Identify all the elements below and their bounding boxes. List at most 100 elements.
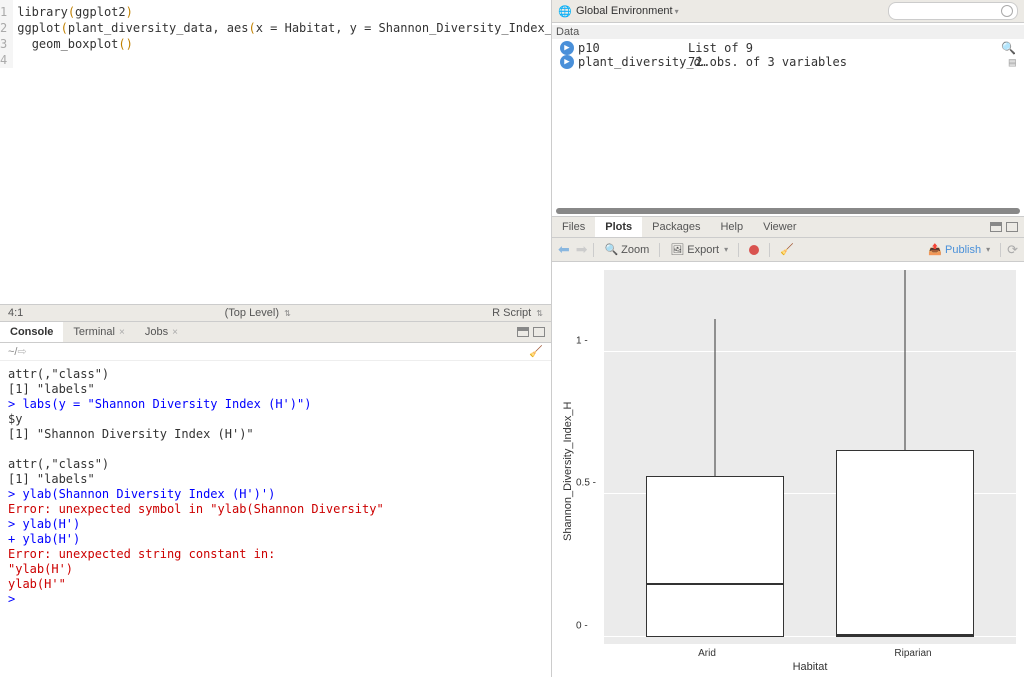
clear-console-icon[interactable]: 🧹 (529, 345, 543, 358)
y-ticks: 0 - 0.5 - 1 - (576, 270, 604, 644)
environment-panel: Data ▶ p10 List of 9 🔍 ▶ plant_diversity… (552, 23, 1024, 206)
clear-plots-button[interactable]: 🧹 (776, 242, 798, 257)
btn-label: Export (687, 244, 719, 256)
plot-toolbar: ⬅ ➡ 🔍 Zoom 🖼 Export ▾ 🧹 📤 Publish ▾ ⟳ (552, 238, 1024, 262)
table-icon[interactable]: ▤ (1009, 55, 1016, 69)
y-tick: 0 - (576, 620, 588, 631)
inspect-icon[interactable]: 🔍 (1001, 41, 1016, 55)
tab-help[interactable]: Help (710, 217, 753, 237)
median-line (837, 634, 973, 636)
code-area[interactable]: library(ggplot2) ggplot(plant_diversity_… (13, 0, 551, 68)
tab-files[interactable]: Files (552, 217, 595, 237)
console-line: labs(y = "Shannon Diversity Index (H')") (22, 397, 311, 411)
scope-selector[interactable]: (Top Level) (225, 307, 282, 319)
working-dir[interactable]: ~/ (8, 346, 17, 358)
minimize-icon[interactable] (517, 327, 529, 337)
x-tick-label: Arid (604, 644, 810, 659)
env-var-value: 72 obs. of 3 variables (688, 55, 847, 69)
refresh-icon[interactable]: ⟳ (1007, 242, 1018, 258)
line-num: 4 (0, 52, 7, 68)
console-line: Error: unexpected symbol in "ylab(Shanno… (8, 502, 384, 516)
console-line: [1] "labels" (8, 472, 95, 486)
y-tick: 0.5 - (576, 478, 596, 489)
console-line: ylab(Shannon Diversity Index (H')') (22, 487, 275, 501)
prev-plot-button[interactable]: ⬅ (558, 241, 570, 258)
console-line: "ylab(H') (8, 562, 73, 576)
line-num: 1 (0, 4, 7, 20)
maximize-icon[interactable] (533, 327, 545, 337)
console-tabs: Console Terminal × Jobs × (0, 322, 551, 343)
tick-label: 0 (576, 620, 582, 631)
code-token: ggplot2 (75, 5, 126, 19)
line-num: 2 (0, 20, 7, 36)
env-var-name: p10 (578, 41, 688, 55)
tab-label: Terminal (73, 326, 115, 338)
tab-packages[interactable]: Packages (642, 217, 710, 237)
btn-label: Publish (945, 244, 981, 256)
export-button[interactable]: 🖼 Export ▾ (666, 242, 732, 257)
env-row[interactable]: ▶ plant_diversity_d… 72 obs. of 3 variab… (560, 55, 1016, 69)
remove-plot-button[interactable] (745, 244, 763, 256)
tab-viewer[interactable]: Viewer (753, 217, 806, 237)
next-plot-button[interactable]: ➡ (576, 241, 588, 258)
prompt: > (8, 592, 22, 606)
minimize-icon[interactable] (990, 222, 1002, 232)
tab-jobs[interactable]: Jobs × (135, 322, 188, 342)
prompt: > (8, 487, 22, 501)
line-gutter: 1 2 3 4 (0, 0, 13, 68)
console-line: ylab(H'" (8, 577, 66, 591)
console-line: Error: unexpected string constant in: (8, 547, 275, 561)
line-num: 3 (0, 36, 7, 52)
search-input[interactable] (888, 2, 1018, 20)
x-axis-label: Habitat (604, 659, 1016, 673)
environment-scope[interactable]: Global Environment (576, 5, 673, 17)
publish-button[interactable]: 📤 Publish ▾ (924, 242, 994, 257)
plot-area: Shannon_Diversity_Index_H 0 - 0.5 - 1 - (552, 262, 1024, 677)
cursor-position: 4:1 (8, 307, 23, 319)
pane-divider[interactable] (556, 208, 1020, 214)
console-line: [1] "Shannon Diversity Index (H')" (8, 427, 254, 441)
source-editor[interactable]: 1 2 3 4 library(ggplot2) ggplot(plant_di… (0, 0, 551, 304)
console-line: attr(,"class") (8, 457, 109, 471)
code-token: x = Habitat (256, 21, 335, 35)
console-line: ylab(H') (22, 517, 80, 531)
boxplot-box-riparian (836, 450, 974, 637)
maximize-icon[interactable] (1006, 222, 1018, 232)
tab-terminal[interactable]: Terminal × (63, 322, 134, 342)
btn-label: Zoom (621, 244, 649, 256)
expand-icon[interactable]: ▶ (560, 41, 574, 55)
prompt: > (8, 397, 22, 411)
code-token: aes (227, 21, 249, 35)
tab-plots[interactable]: Plots (595, 217, 642, 237)
language-selector[interactable]: R Script (492, 307, 534, 319)
console-line: attr(,"class") (8, 367, 109, 381)
console-line: [1] "labels" (8, 382, 95, 396)
env-section-header: Data (552, 25, 1024, 39)
tick-label: 0.5 (576, 478, 590, 489)
plot-panel (604, 270, 1016, 644)
code-token: geom_boxplot (32, 37, 119, 51)
close-icon[interactable]: × (119, 327, 125, 338)
y-tick: 1 - (576, 336, 588, 347)
code-token: plant_diversity_data (68, 21, 213, 35)
prompt: > (8, 517, 22, 531)
code-token: library (17, 5, 68, 19)
tab-console[interactable]: Console (0, 322, 63, 342)
prompt: + (8, 532, 22, 546)
tab-label: Jobs (145, 326, 168, 338)
console-line: $y (8, 412, 22, 426)
console-path-bar: ~/ ⇨ 🧹 (0, 343, 551, 361)
console-output[interactable]: attr(,"class") [1] "labels" > labs(y = "… (0, 361, 551, 677)
x-ticks: Arid Riparian (604, 644, 1016, 659)
y-axis-label: Shannon_Diversity_Index_H (560, 270, 576, 673)
x-tick-label: Riparian (810, 644, 1016, 659)
code-token: ggplot (17, 21, 60, 35)
zoom-button[interactable]: 🔍 Zoom (600, 242, 653, 257)
expand-icon[interactable]: ▶ (560, 55, 574, 69)
console-line: ylab(H') (22, 532, 80, 546)
env-row[interactable]: ▶ p10 List of 9 🔍 (560, 41, 1016, 55)
close-icon[interactable]: × (172, 327, 178, 338)
plot-tabs: Files Plots Packages Help Viewer (552, 216, 1024, 238)
env-var-value: List of 9 (688, 41, 753, 55)
median-line (647, 583, 783, 585)
